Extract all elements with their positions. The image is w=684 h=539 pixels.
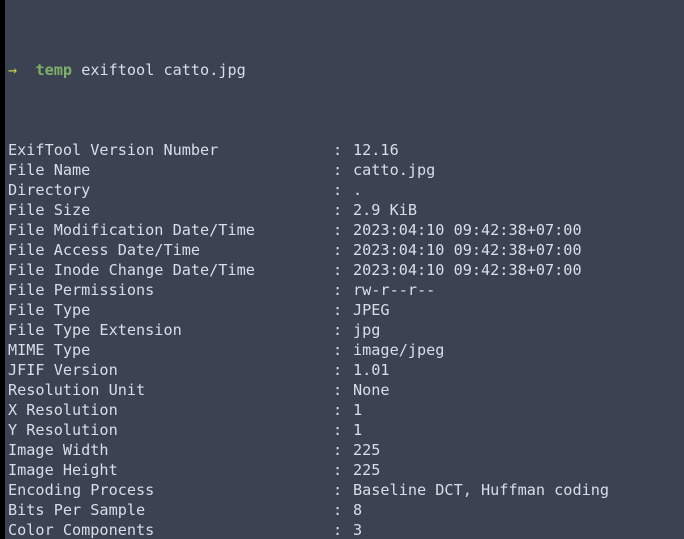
metadata-tag: File Inode Change Date/Time: [8, 261, 255, 279]
metadata-value: None: [353, 381, 390, 399]
metadata-value: 225: [353, 441, 381, 459]
metadata-tag: Image Height: [8, 461, 118, 479]
metadata-row: File Permissions: rw-r--r--: [8, 280, 684, 300]
metadata-tag: File Type: [8, 301, 91, 319]
metadata-separator: :: [333, 401, 343, 419]
metadata-value: catto.jpg: [353, 161, 436, 179]
metadata-separator: :: [333, 281, 343, 299]
metadata-row: Encoding Process: Baseline DCT, Huffman c…: [8, 480, 684, 500]
terminal-left-gutter: [0, 0, 5, 539]
metadata-value: 2023:04:10 09:42:38+07:00: [353, 221, 582, 239]
metadata-tag: ExifTool Version Number: [8, 141, 219, 159]
metadata-separator: :: [333, 421, 343, 439]
metadata-separator: :: [333, 521, 343, 539]
metadata-separator: :: [333, 221, 343, 239]
metadata-value: Baseline DCT, Huffman coding: [353, 481, 610, 499]
metadata-tag: Bits Per Sample: [8, 501, 146, 519]
metadata-row: File Name: catto.jpg: [8, 160, 684, 180]
metadata-tag: Image Width: [8, 441, 109, 459]
metadata-separator: :: [333, 501, 343, 519]
metadata-tag: Encoding Process: [8, 481, 155, 499]
metadata-separator: :: [333, 361, 343, 379]
metadata-value: .: [353, 181, 363, 199]
metadata-separator: :: [333, 481, 343, 499]
metadata-tag: MIME Type: [8, 341, 91, 359]
metadata-value: 225: [353, 461, 381, 479]
metadata-separator: :: [333, 341, 343, 359]
metadata-row: JFIF Version:1.01: [8, 360, 684, 380]
metadata-separator: :: [333, 181, 343, 199]
metadata-tag: Directory: [8, 181, 91, 199]
metadata-tag: File Access Date/Time: [8, 241, 201, 259]
metadata-tag: Color Components: [8, 521, 155, 539]
metadata-row: Image Width:225: [8, 440, 684, 460]
metadata-value: 1.01: [353, 361, 390, 379]
metadata-separator: :: [333, 321, 343, 339]
metadata-tag: JFIF Version: [8, 361, 118, 379]
metadata-tag: File Size: [8, 201, 91, 219]
prompt-command: exiftool catto.jpg: [81, 61, 246, 79]
metadata-value: 2023:04:10 09:42:38+07:00: [353, 261, 582, 279]
metadata-row: X Resolution:1: [8, 400, 684, 420]
metadata-row: Image Height:225: [8, 460, 684, 480]
prompt-line-top: → temp exiftool catto.jpg: [8, 60, 684, 80]
metadata-value: jpg: [353, 321, 381, 339]
exiftool-output-list: ExifTool Version Number:12.16 File Name: c…: [8, 140, 684, 539]
metadata-row: File Access Date/Time:2023:04:10 09:42:3…: [8, 240, 684, 260]
metadata-tag: Y Resolution: [8, 421, 118, 439]
metadata-tag: File Permissions: [8, 281, 155, 299]
metadata-row: File Type: JPEG: [8, 300, 684, 320]
metadata-separator: :: [333, 261, 343, 279]
terminal-screen[interactable]: → temp exiftool catto.jpg ExifTool Versi…: [0, 0, 684, 539]
prompt-gap: [17, 61, 35, 79]
metadata-separator: :: [333, 381, 343, 399]
metadata-separator: :: [333, 141, 343, 159]
metadata-value: rw-r--r--: [353, 281, 436, 299]
metadata-value: 12.16: [353, 141, 399, 159]
prompt-gap-2: [72, 61, 81, 79]
metadata-row: Directory:.: [8, 180, 684, 200]
metadata-row: Color Components:3: [8, 520, 684, 539]
metadata-value: 2.9 KiB: [353, 201, 418, 219]
metadata-separator: :: [333, 461, 343, 479]
metadata-tag: File Type Extension: [8, 321, 182, 339]
metadata-separator: :: [333, 201, 343, 219]
metadata-separator: :: [333, 241, 343, 259]
metadata-tag: Resolution Unit: [8, 381, 146, 399]
prompt-cwd: temp: [35, 61, 73, 79]
metadata-separator: :: [333, 301, 343, 319]
metadata-value: 1: [353, 401, 363, 419]
metadata-row: MIME Type: image/jpeg: [8, 340, 684, 360]
metadata-value: 2023:04:10 09:42:38+07:00: [353, 241, 582, 259]
metadata-row: File Size:2.9 KiB: [8, 200, 684, 220]
metadata-tag: File Name: [8, 161, 91, 179]
metadata-separator: :: [333, 441, 343, 459]
metadata-value: 8: [353, 501, 363, 519]
terminal-window[interactable]: → temp exiftool catto.jpg ExifTool Versi…: [0, 0, 684, 539]
metadata-row: File Modification Date/Time:2023:04:10 0…: [8, 220, 684, 240]
metadata-separator: :: [333, 161, 343, 179]
prompt-arrow-icon: →: [8, 61, 18, 79]
metadata-row: File Type Extension: jpg: [8, 320, 684, 340]
metadata-value: 3: [353, 521, 363, 539]
metadata-value: image/jpeg: [353, 341, 445, 359]
metadata-value: 1: [353, 421, 363, 439]
metadata-row: ExifTool Version Number:12.16: [8, 140, 684, 160]
metadata-row: File Inode Change Date/Time:2023:04:10 0…: [8, 260, 684, 280]
metadata-row: Bits Per Sample:8: [8, 500, 684, 520]
metadata-row: Y Resolution:1: [8, 420, 684, 440]
metadata-value: JPEG: [353, 301, 390, 319]
metadata-tag: File Modification Date/Time: [8, 221, 255, 239]
metadata-row: Resolution Unit: None: [8, 380, 684, 400]
metadata-tag: X Resolution: [8, 401, 118, 419]
